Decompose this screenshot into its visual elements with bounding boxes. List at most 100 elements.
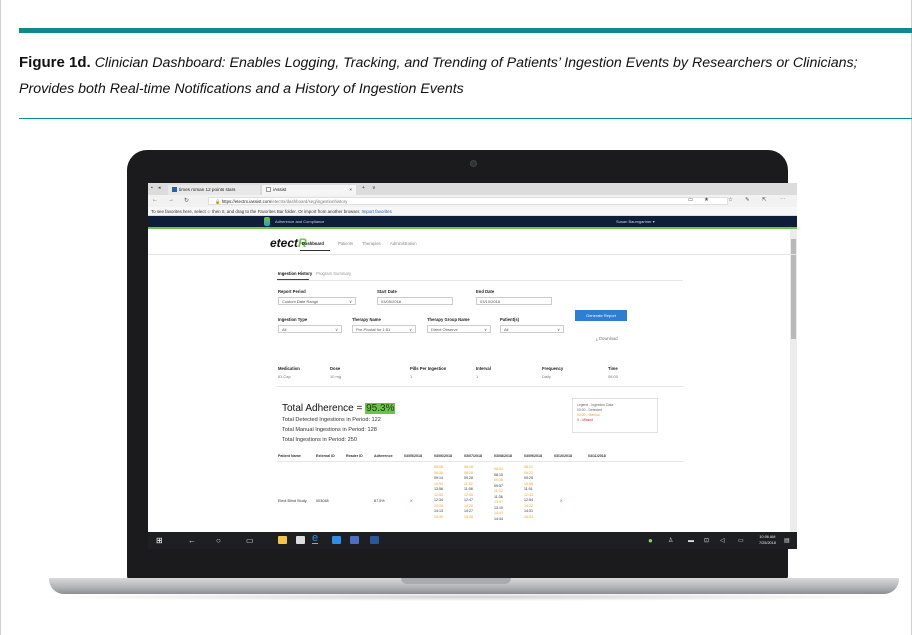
therapy-name-label: Therapy Name	[352, 317, 381, 322]
pills-header: Pills Per Ingestion	[410, 366, 447, 371]
back-arrow-icon[interactable]: ←	[152, 197, 158, 203]
tray-icon[interactable]: ▬	[688, 537, 694, 546]
cell-external-id: 003048	[316, 499, 329, 503]
ingestion-time: 14:44	[494, 516, 503, 521]
tab-1-label: times roman 12 points stars	[179, 187, 236, 192]
cortana-icon[interactable]: ○	[216, 536, 221, 545]
therapy-name-value: Pre-Pivotal for 1:51	[356, 327, 391, 332]
report-period-select[interactable]: Custom Date Range ∨	[278, 297, 356, 305]
end-date-label: End Date	[476, 289, 495, 294]
figure-frame: Figure 1d. Clinician Dashboard: Enables L…	[0, 0, 912, 635]
total-adherence-title: Total Adherence = 95.3%	[282, 403, 396, 414]
figure-caption: Figure 1d. Clinician Dashboard: Enables L…	[19, 50, 909, 102]
medication-value: ID-Cap	[278, 374, 291, 379]
tab-2-label: iAssist	[273, 187, 287, 192]
col-adherence: Adherence	[374, 454, 393, 458]
share-icon[interactable]: ⇱	[762, 197, 767, 203]
tab-program-summary[interactable]: Program Summary	[316, 271, 351, 276]
medication-header: Medication	[278, 366, 300, 371]
people-icon[interactable]: ♙	[668, 537, 673, 546]
col-date-0306: 03/06/2018	[434, 454, 452, 458]
col-reader-id: Reader ID	[346, 454, 363, 458]
adherence-prefix: Total Adherence =	[282, 403, 366, 414]
patients-value: All	[504, 327, 509, 332]
generate-report-button[interactable]: Generate Report	[575, 310, 627, 321]
more-menu-icon[interactable]: ⋯	[780, 197, 786, 203]
subtab-divider	[277, 280, 683, 281]
ingestion-time: 15:40	[434, 514, 443, 519]
ingestion-type-select[interactable]: All ∨	[278, 325, 342, 333]
cell-times-0306: 08:08 08:35 09:14 10:53 13:56 12:50 12:34 13:05…	[434, 465, 456, 520]
tray-app-icon[interactable]: ●	[648, 536, 653, 545]
nav-therapies[interactable]: Therapies	[362, 241, 381, 246]
frequency-header: Frequency	[542, 366, 564, 371]
browser-tab-bar: ▪ ◂ times roman 12 points stars iAssist ×…	[148, 183, 797, 195]
keyboard-icon[interactable]: ▭	[738, 537, 744, 546]
interval-value: 1	[476, 374, 479, 379]
favorites-hint: To see favorites here, select ☆ then ≡, …	[151, 209, 361, 214]
start-date-input[interactable]: 03/05/2018	[377, 297, 453, 305]
adherence-value: 95.3%	[365, 403, 396, 414]
nav-patients[interactable]: Patients	[338, 241, 353, 246]
nav-administration[interactable]: Administration	[390, 241, 417, 246]
user-menu[interactable]: Susan Baumgartner ▾	[616, 216, 655, 227]
laptop-notch	[401, 578, 511, 584]
volume-icon[interactable]: ◁	[720, 537, 725, 546]
table-header-divider	[277, 461, 683, 462]
therapy-name-select[interactable]: Pre-Pivotal for 1:51 ∨	[352, 325, 416, 333]
task-view-icon[interactable]: ▭	[246, 536, 254, 545]
browser-tab-2[interactable]: iAssist ×	[262, 185, 356, 195]
cell-patient-name[interactable]: Elect Blind Study	[278, 499, 307, 503]
network-icon[interactable]: ⊡	[704, 537, 709, 546]
bing-icon	[172, 187, 177, 193]
windows-start-icon[interactable]: ⊞	[156, 536, 163, 545]
favorite-star-icon[interactable]: ★	[704, 197, 709, 203]
tab-menu-chevron-icon[interactable]: ∨	[372, 185, 376, 191]
figure-label: Figure 1d.	[19, 54, 91, 71]
end-date-input[interactable]: 03/10/2018	[476, 297, 552, 305]
download-link[interactable]: ⤓ Download	[596, 336, 618, 341]
ingestion-type-value: All	[282, 327, 287, 332]
clock-date: 7/25/2018	[759, 541, 776, 545]
chevron-down-icon: ∨	[484, 327, 487, 332]
therapy-group-select[interactable]: Direct Observe ∨	[427, 325, 491, 333]
new-tab-button[interactable]: +	[362, 185, 365, 191]
url-field[interactable]: 🔒 https://etectrx.iassist.com/etectrx/da…	[208, 197, 728, 205]
favorites-hub-icon[interactable]: ☆	[728, 197, 733, 203]
store-icon[interactable]	[296, 536, 305, 544]
col-date-0307: 03/07/2018	[464, 454, 482, 458]
cell-times-0309: 08:21 09:22 09:25 10:55 11:01 12:43 12:54 14:22…	[524, 465, 546, 520]
reading-view-icon[interactable]: ▭	[688, 197, 693, 203]
tab-back-icon[interactable]: ◂	[158, 185, 161, 191]
taskbar-clock[interactable]: 10:06 AM 7/25/2018	[759, 534, 776, 546]
windows-taskbar: ⊞ ← ○ ▭ e ● ♙ ▬ ⊡ ◁ ▭ 10:06 AM 7/25/2018 …	[148, 532, 797, 549]
caption-line-2: Provides both Real-time Notifications an…	[19, 81, 464, 97]
nav-dashboard[interactable]: Dashboard	[302, 241, 324, 246]
col-external-id: External ID	[316, 454, 335, 458]
nav-divider	[148, 254, 797, 255]
app-header: Adherence and Compliance Susan Baumgartn…	[148, 216, 797, 227]
forward-arrow-icon[interactable]: →	[168, 197, 174, 203]
tab-close-icon[interactable]: ×	[349, 185, 352, 195]
app-icon-2[interactable]	[350, 536, 359, 544]
tab-ingestion-history[interactable]: Ingestion History	[278, 271, 312, 276]
browser-address-bar: ← → ↻ 🔒 https://etectrx.iassist.com/etec…	[148, 195, 797, 207]
edge-icon[interactable]: e	[312, 533, 319, 544]
notification-icon[interactable]: ▤	[784, 537, 790, 546]
nav-active-underline	[300, 250, 330, 251]
pen-icon[interactable]: ✎	[745, 197, 750, 203]
tab-list-icon[interactable]: ▪	[151, 185, 153, 191]
refresh-icon[interactable]: ↻	[184, 197, 189, 204]
ingestion-time: 15:28	[464, 514, 473, 519]
app-icon-1[interactable]	[332, 536, 341, 544]
import-favorites-link[interactable]: Import favorites	[362, 209, 392, 214]
laptop-shadow	[31, 593, 911, 601]
browser-tab-1[interactable]: times roman 12 points stars	[168, 185, 260, 195]
col-date-0309: 03/09/2018	[524, 454, 542, 458]
patients-select[interactable]: All ∨	[500, 325, 564, 333]
page-scrollbar[interactable]	[790, 229, 797, 549]
back-icon[interactable]: ←	[188, 536, 196, 545]
file-explorer-icon[interactable]	[278, 536, 287, 544]
word-icon[interactable]	[370, 536, 379, 544]
caption-line-1: Clinician Dashboard: Enables Logging, Tr…	[94, 55, 858, 71]
